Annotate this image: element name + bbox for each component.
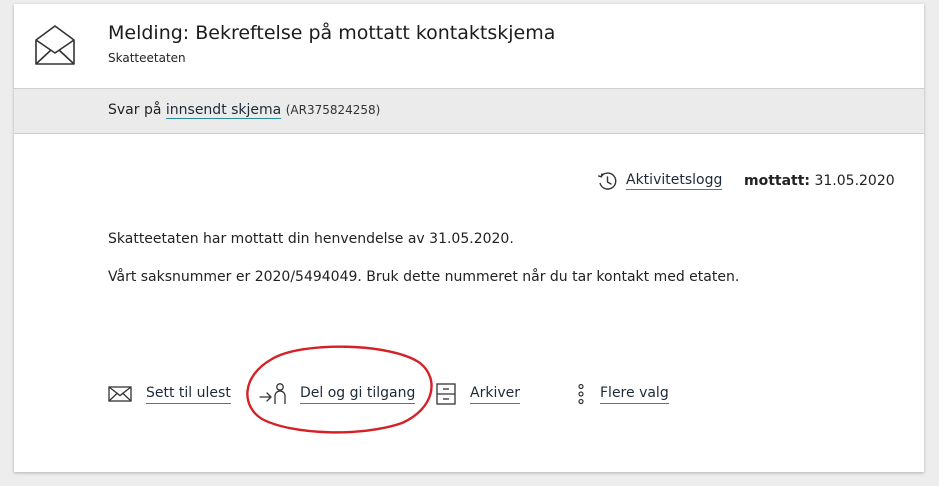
- share-person-icon: [259, 383, 286, 404]
- share-access-label[interactable]: Del og gi tilgang: [300, 385, 416, 404]
- submitted-form-link[interactable]: innsendt skjema: [165, 102, 282, 119]
- message-card: Melding: Bekreftelse på mottatt kontakts…: [14, 4, 924, 472]
- open-envelope-icon: [35, 25, 75, 65]
- message-title: Melding: Bekreftelse på mottatt kontakts…: [108, 22, 556, 44]
- more-options-label[interactable]: Flere valg: [600, 385, 669, 404]
- message-body-paragraph-1: Skatteetaten har mottatt din henvendelse…: [108, 231, 514, 247]
- message-body-paragraph-2: Vårt saksnummer er 2020/5494049. Bruk de…: [108, 269, 740, 285]
- reply-text: Svar på innsendt skjema (AR375824258): [108, 102, 381, 119]
- reply-prefix: Svar på: [108, 102, 162, 118]
- more-options-button[interactable]: Flere valg: [576, 380, 669, 408]
- activity-log-link[interactable]: Aktivitetslogg: [596, 170, 723, 192]
- reply-bar: Svar på innsendt skjema (AR375824258): [14, 89, 924, 134]
- share-access-button[interactable]: Del og gi tilgang: [258, 380, 416, 408]
- received-label: mottatt:: [744, 173, 811, 189]
- archive-button[interactable]: Arkiver: [436, 380, 520, 408]
- more-options-icon: [578, 383, 584, 405]
- history-icon: [597, 172, 617, 190]
- envelope-icon: [108, 386, 132, 402]
- message-header: Melding: Bekreftelse på mottatt kontakts…: [14, 4, 924, 89]
- message-sender: Skatteetaten: [108, 51, 186, 65]
- archive-label[interactable]: Arkiver: [470, 385, 520, 404]
- mark-unread-button[interactable]: Sett til ulest: [108, 380, 231, 408]
- reply-reference: (AR375824258): [285, 103, 381, 117]
- mark-unread-label[interactable]: Sett til ulest: [146, 385, 231, 404]
- received-date: mottatt: 31.05.2020: [744, 173, 895, 189]
- archive-cabinet-icon: [436, 383, 456, 405]
- activity-log-label[interactable]: Aktivitetslogg: [626, 172, 723, 190]
- received-date-value: 31.05.2020: [814, 173, 895, 189]
